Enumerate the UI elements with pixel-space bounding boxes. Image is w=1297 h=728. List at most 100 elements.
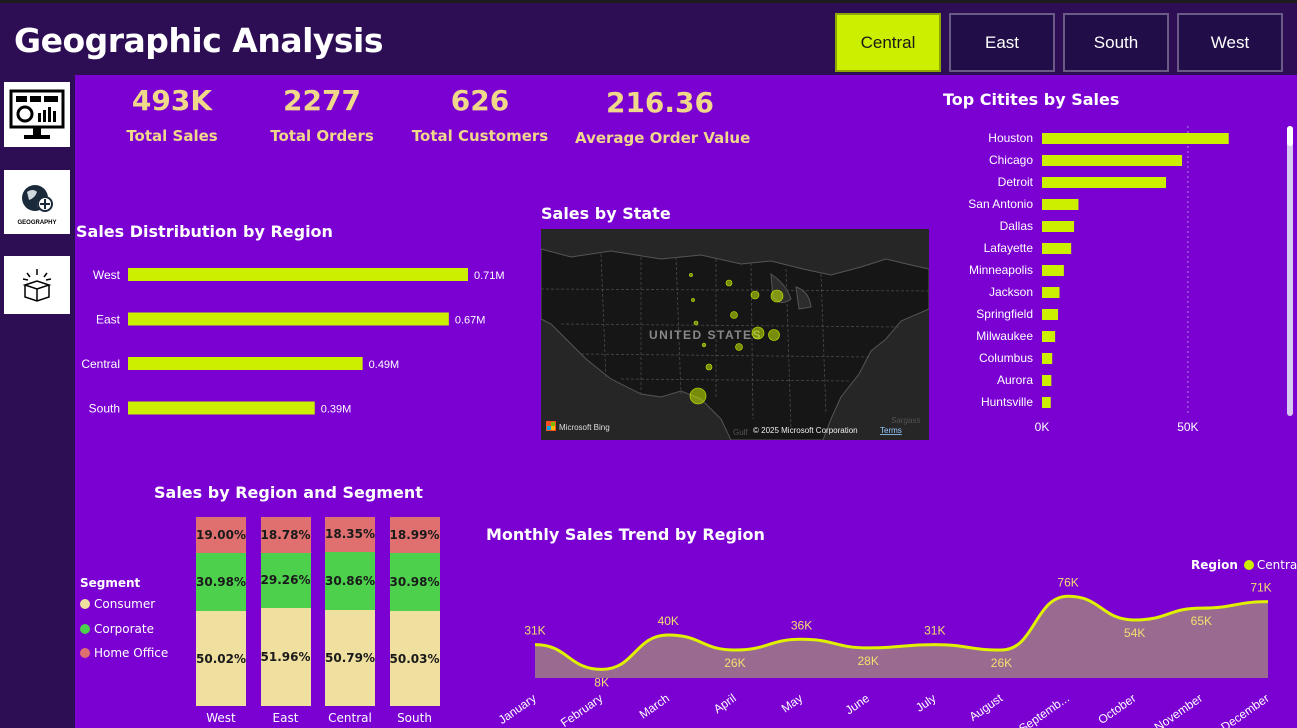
city-bar[interactable]	[1042, 265, 1064, 276]
map-country-label: UNITED STATES	[649, 328, 762, 342]
region-bar-label: South	[89, 402, 120, 416]
segment-consumer[interactable]: 50.79%	[325, 610, 375, 706]
region-button-west[interactable]: West	[1177, 13, 1283, 72]
trend-month-label: October	[1095, 691, 1138, 727]
region-bar-value: 0.49M	[369, 359, 400, 371]
segment-home-office[interactable]: 18.35%	[325, 517, 375, 552]
kpi-total-orders-value: 2277	[283, 84, 361, 117]
city-bar[interactable]	[1042, 177, 1166, 188]
trend-legend: Region Central	[1191, 558, 1297, 572]
segment-column[interactable]: 51.96% 29.26% 18.78%	[260, 517, 311, 706]
city-bar[interactable]	[1042, 397, 1051, 408]
segment-column[interactable]: 50.79% 30.86% 18.35%	[325, 517, 375, 706]
city-label: Huntsville	[981, 395, 1033, 409]
trend-data-label: 28K	[858, 654, 879, 668]
segment-column[interactable]: 50.02% 30.98% 19.00%	[196, 517, 246, 706]
trend-data-label: 26K	[991, 656, 1012, 670]
city-label: Jackson	[989, 285, 1033, 299]
city-bar[interactable]	[1042, 287, 1060, 298]
city-bar[interactable]	[1042, 155, 1183, 166]
home-office-swatch	[80, 648, 90, 658]
legend-consumer[interactable]: Consumer	[80, 597, 155, 611]
city-bar[interactable]	[1042, 331, 1056, 342]
region-button-central[interactable]: Central	[835, 13, 941, 72]
segment-column[interactable]: 50.03% 30.98% 18.99%	[389, 517, 440, 706]
city-label: Houston	[988, 131, 1033, 145]
segment-home-office[interactable]: 19.00%	[196, 517, 246, 553]
segment-corporate[interactable]: 30.86%	[325, 551, 375, 611]
legend-home-office[interactable]: Home Office	[80, 646, 168, 660]
segment-column-label: Central	[328, 711, 372, 725]
region-button-south[interactable]: South	[1063, 13, 1169, 72]
sales-by-state-map[interactable]: UNITED STATES Microsoft Bing Gulf Sargas…	[541, 229, 929, 440]
us-map-canvas: UNITED STATES Microsoft Bing Gulf Sargas…	[541, 229, 929, 440]
trend-legend-central-label: Central	[1256, 558, 1297, 572]
nav-product[interactable]	[4, 256, 70, 314]
segment-consumer[interactable]: 50.03%	[389, 611, 440, 706]
region-bar-value: 0.39M	[321, 404, 352, 416]
trend-month-label: February	[558, 691, 605, 728]
segment-consumer[interactable]: 50.02%	[196, 611, 246, 706]
region-bar[interactable]	[128, 312, 449, 326]
nav-geography[interactable]: GEOGRAPHY	[4, 170, 70, 234]
region-bar[interactable]	[128, 357, 363, 370]
segment-column-label: South	[397, 711, 432, 725]
trend-month-label: Septemb...	[1016, 691, 1072, 728]
map-terms-link[interactable]: Terms	[880, 426, 902, 435]
segment-column-label: West	[206, 711, 236, 725]
trend-data-label: 65K	[1191, 614, 1212, 628]
monthly-trend-chart: 31K January 8K February 40K March 26K April 36K M…	[496, 575, 1272, 728]
segment-stacked-chart: 50.02% 30.98% 19.00% West 51.96% 29.26% 18.78%…	[190, 517, 450, 728]
corporate-swatch	[80, 624, 90, 634]
kpi-total-sales-value: 493K	[131, 84, 213, 117]
geography-label: GEOGRAPHY	[17, 220, 57, 226]
city-label: Milwaukee	[976, 329, 1033, 343]
city-label: Dallas	[1000, 219, 1033, 233]
city-bar[interactable]	[1042, 199, 1079, 210]
sidebar: GEOGRAPHY	[0, 75, 75, 728]
region-bar[interactable]	[128, 268, 468, 281]
segment-corporate[interactable]: 30.98%	[389, 552, 440, 612]
trend-legend-central[interactable]: Central	[1243, 558, 1297, 572]
region-distribution-title: Sales Distribution by Region	[76, 222, 333, 241]
segment-legend-title: Segment	[80, 576, 141, 590]
kpi-avg-order-label: Average Order Value	[575, 129, 751, 147]
cities-x-tick: 50K	[1177, 420, 1198, 434]
map-sea-label: Sargass	[891, 416, 920, 425]
cities-scrollbar-thumb[interactable]	[1287, 126, 1293, 146]
city-bar[interactable]	[1042, 309, 1059, 320]
trend-month-label: August	[967, 691, 1006, 724]
geography-globe-icon	[22, 185, 53, 212]
region-button-east[interactable]: East	[949, 13, 1055, 72]
legend-consumer-label: Consumer	[94, 597, 156, 611]
trend-data-label: 36K	[791, 618, 812, 632]
product-box-icon	[22, 269, 52, 302]
trend-data-label: 31K	[524, 624, 545, 638]
city-label: Detroit	[998, 175, 1034, 189]
city-label: Aurora	[997, 373, 1033, 387]
city-label: Minneapolis	[969, 263, 1033, 277]
consumer-swatch	[80, 599, 90, 609]
nav-dashboard[interactable]	[4, 82, 70, 147]
city-bar[interactable]	[1042, 133, 1229, 144]
segment-column-label: East	[272, 711, 299, 725]
cities-scrollbar[interactable]	[1287, 126, 1293, 416]
legend-corporate[interactable]: Corporate	[80, 622, 154, 636]
city-bar[interactable]	[1042, 221, 1075, 232]
segment-corporate[interactable]: 29.26%	[260, 552, 311, 608]
map-gulf-label: Gulf	[733, 428, 748, 437]
trend-area	[535, 596, 1268, 678]
city-bar[interactable]	[1042, 243, 1072, 254]
trend-month-label: July	[913, 691, 939, 715]
segment-consumer[interactable]: 51.96%	[260, 607, 311, 706]
monthly-trend-title: Monthly Sales Trend by Region	[486, 525, 765, 544]
trend-month-label: December	[1218, 691, 1271, 728]
city-bar[interactable]	[1042, 375, 1052, 386]
segment-home-office[interactable]: 18.99%	[389, 517, 440, 553]
segment-chart-title: Sales by Region and Segment	[154, 483, 423, 502]
segment-corporate[interactable]: 30.98%	[196, 552, 246, 612]
region-bar[interactable]	[128, 401, 315, 415]
segment-home-office[interactable]: 18.78%	[260, 517, 311, 553]
dashboard-monitor-icon	[9, 89, 65, 139]
city-bar[interactable]	[1042, 353, 1053, 364]
